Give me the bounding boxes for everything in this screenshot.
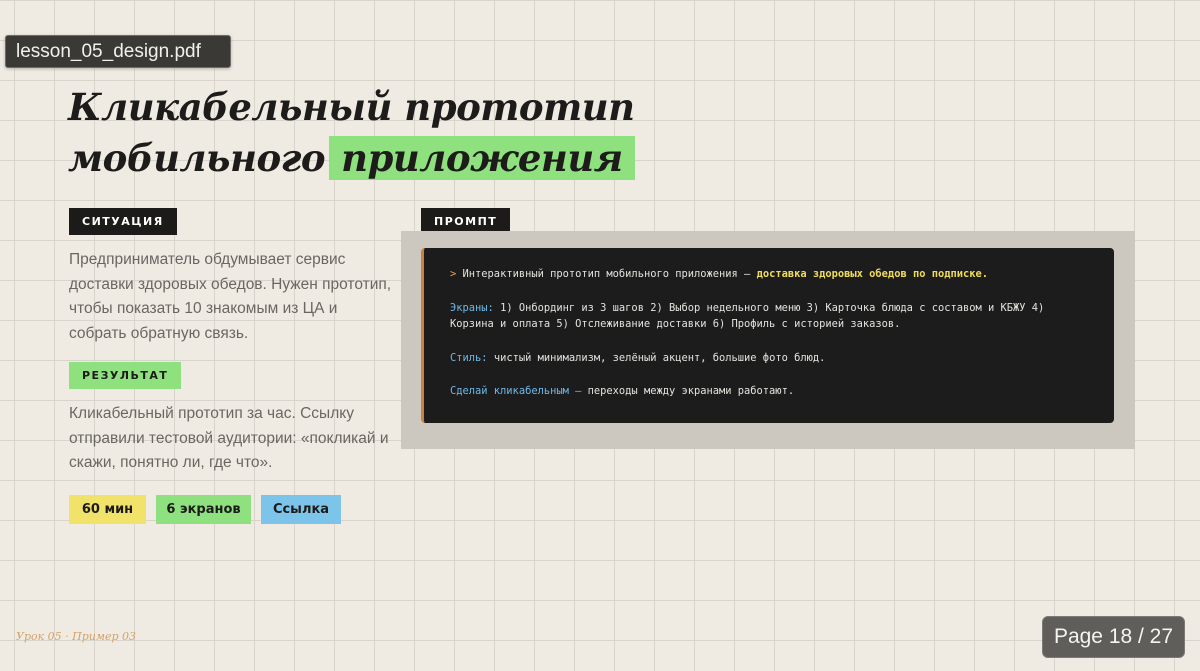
prompt-line-intro: > Интерактивный прототип мобильного прил… bbox=[450, 266, 1092, 283]
prompt-intro-accent: доставка здоровых обедов по подписке. bbox=[756, 268, 989, 280]
prompt-line-style: Стиль: чистый минимализм, зелёный акцент… bbox=[450, 350, 1092, 367]
prompt-style-key: Стиль: bbox=[450, 351, 488, 364]
result-label: РЕЗУЛЬТАТ bbox=[69, 362, 182, 389]
prompt-intro-text: Интерактивный прототип мобильного прилож… bbox=[462, 268, 751, 280]
prompt-screens-key: Экраны: bbox=[450, 301, 494, 314]
slide-title: Кликабельный прототип мобильного приложен… bbox=[68, 82, 635, 184]
result-text: Кликабельный прототип за час. Ссылку отп… bbox=[69, 405, 389, 471]
prompt-line-screens: Экраны: 1) Онбординг из 3 шагов 2) Выбор… bbox=[450, 300, 1092, 333]
page-indicator: Page 18 / 27 bbox=[1042, 616, 1185, 658]
time-badge: 60 мин bbox=[69, 495, 146, 524]
title-line-2: мобильного приложения bbox=[68, 133, 635, 184]
slide-footer: Урок 05 · Пример 03 bbox=[16, 630, 137, 643]
situation-label: СИТУАЦИЯ bbox=[69, 208, 177, 235]
prompt-line-clickable: Сделай кликабельным — переходы между экр… bbox=[450, 383, 1092, 400]
screens-badge: 6 экранов bbox=[156, 495, 251, 524]
prompt-clickable-key: Сделай кликабельным — bbox=[450, 385, 582, 397]
title-line-1: Кликабельный прототип bbox=[68, 85, 635, 129]
prompt-style-text: чистый минимализм, зелёный акцент, больш… bbox=[493, 351, 826, 364]
prompt-code-block: > Интерактивный прототип мобильного прил… bbox=[421, 248, 1114, 423]
document-filename-tab: lesson_05_design.pdf bbox=[5, 35, 231, 68]
prompt-screens-text: 1) Онбординг из 3 шагов 2) Выбор недельн… bbox=[450, 301, 1045, 331]
title-line-2-plain: мобильного bbox=[68, 136, 326, 180]
link-badge: Ссылка bbox=[261, 495, 341, 524]
situation-text: Предприниматель обдумывает сервис достав… bbox=[69, 251, 392, 342]
prompt-clickable-text: переходы между экранами работают. bbox=[587, 385, 795, 397]
title-highlight: приложения bbox=[329, 136, 635, 180]
prompt-arrow-icon: > bbox=[450, 268, 457, 280]
